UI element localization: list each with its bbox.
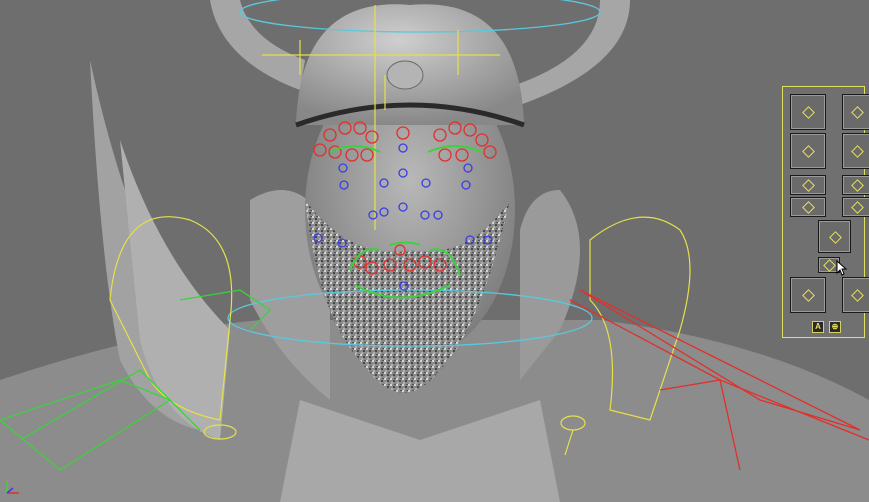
diamond-icon xyxy=(828,230,842,244)
diamond-icon xyxy=(802,201,815,214)
picker-control-1[interactable] xyxy=(790,94,826,130)
picker-control-2[interactable] xyxy=(842,94,869,130)
helmet-ornament xyxy=(386,60,424,90)
3d-viewport[interactable]: A ⊕ xyxy=(0,0,869,502)
picker-control-12[interactable] xyxy=(842,277,869,313)
picker-control-5[interactable] xyxy=(790,175,826,195)
scene-svg xyxy=(0,0,869,502)
diamond-icon xyxy=(802,145,815,158)
diamond-icon xyxy=(851,289,864,302)
picker-control-6[interactable] xyxy=(842,175,869,195)
pin-icon[interactable]: ⊕ xyxy=(829,321,841,333)
diamond-icon xyxy=(802,179,815,192)
picker-control-3[interactable] xyxy=(790,133,826,169)
diamond-icon xyxy=(851,106,864,119)
diamond-icon xyxy=(851,179,864,192)
picker-control-4[interactable] xyxy=(842,133,869,169)
diamond-icon xyxy=(802,106,815,119)
diamond-icon xyxy=(823,259,836,272)
diamond-icon xyxy=(802,289,815,302)
picker-control-7[interactable] xyxy=(790,197,826,217)
picker-button-a[interactable]: A xyxy=(812,321,824,333)
diamond-icon xyxy=(851,201,864,214)
control-picker-panel xyxy=(782,86,869,338)
picker-control-8[interactable] xyxy=(842,197,869,217)
axis-gizmo-icon xyxy=(4,478,22,496)
picker-control-11[interactable] xyxy=(790,277,826,313)
diamond-icon xyxy=(851,145,864,158)
picker-control-9[interactable] xyxy=(818,220,851,253)
